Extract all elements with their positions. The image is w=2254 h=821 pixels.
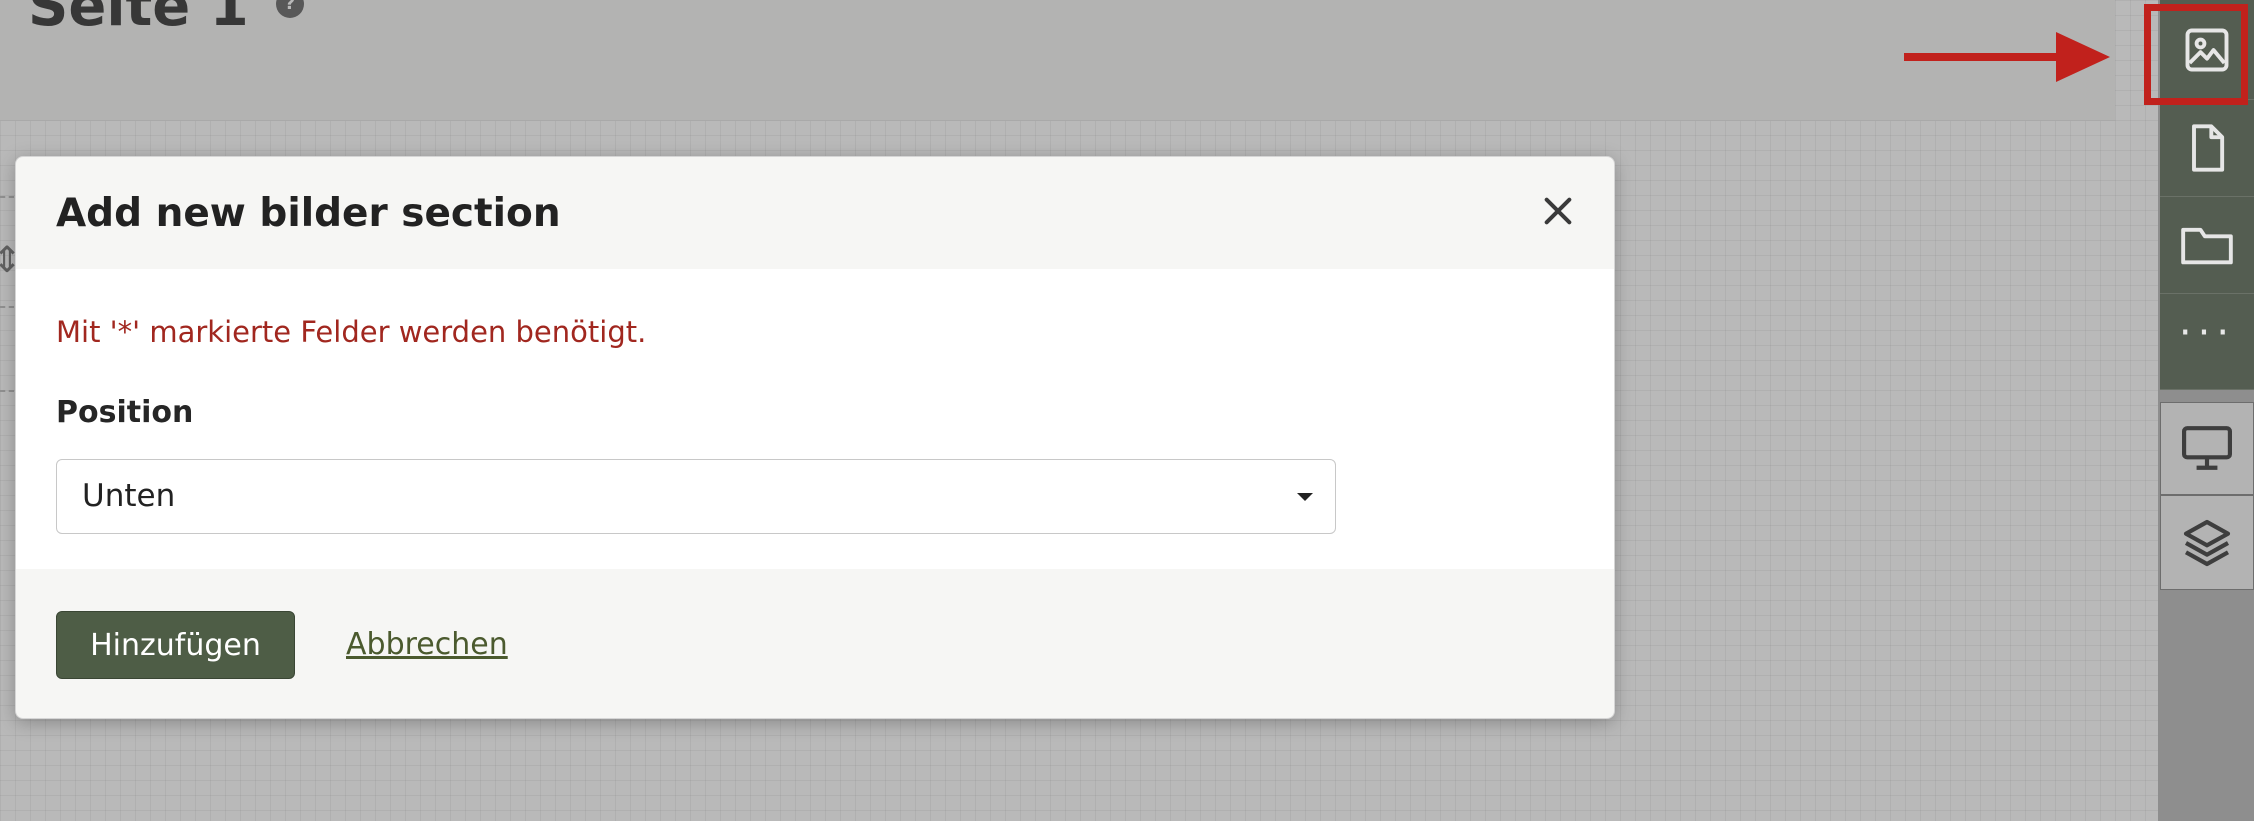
more-button[interactable]: ··· xyxy=(2160,294,2254,390)
monitor-icon xyxy=(2182,425,2232,470)
dialog-title: Add new bilder section xyxy=(56,191,561,236)
page-title: Seite 1 xyxy=(28,0,249,39)
highlight-box xyxy=(2144,4,2248,105)
position-label: Position xyxy=(56,395,194,430)
section-divider xyxy=(0,306,14,308)
page-header: Seite 1 ? xyxy=(0,0,2115,121)
question-circle-icon[interactable]: ? xyxy=(276,0,304,18)
layers-button[interactable] xyxy=(2160,495,2254,590)
layers-icon xyxy=(2183,519,2231,566)
file-icon xyxy=(2192,124,2225,172)
more-dots-icon: ··· xyxy=(2178,309,2236,356)
page-button[interactable] xyxy=(2160,100,2254,197)
add-section-dialog: Add new bilder section Mit '*' markierte… xyxy=(15,156,1615,719)
pointer-arrow-icon xyxy=(1904,32,2110,82)
dialog-body: Mit '*' markierte Felder werden benötigt… xyxy=(16,269,1614,569)
dialog-footer: Hinzufügen Abbrechen xyxy=(16,569,1614,718)
desktop-preview-button[interactable] xyxy=(2160,402,2254,495)
section-divider xyxy=(0,196,14,198)
close-icon xyxy=(1544,197,1572,225)
section-divider xyxy=(0,390,14,392)
position-select[interactable]: Unten xyxy=(56,459,1336,534)
folder-icon xyxy=(2181,227,2233,265)
add-button[interactable]: Hinzufügen xyxy=(56,611,295,679)
right-toolbar: ··· xyxy=(2158,0,2254,821)
position-select-value: Unten xyxy=(82,478,176,514)
close-button[interactable] xyxy=(1533,186,1583,236)
required-fields-note: Mit '*' markierte Felder werden benötigt… xyxy=(56,315,647,349)
caret-down-icon xyxy=(1297,493,1313,501)
folder-button[interactable] xyxy=(2160,197,2254,294)
dialog-header: Add new bilder section xyxy=(16,157,1614,269)
cancel-link[interactable]: Abbrechen xyxy=(346,627,508,662)
